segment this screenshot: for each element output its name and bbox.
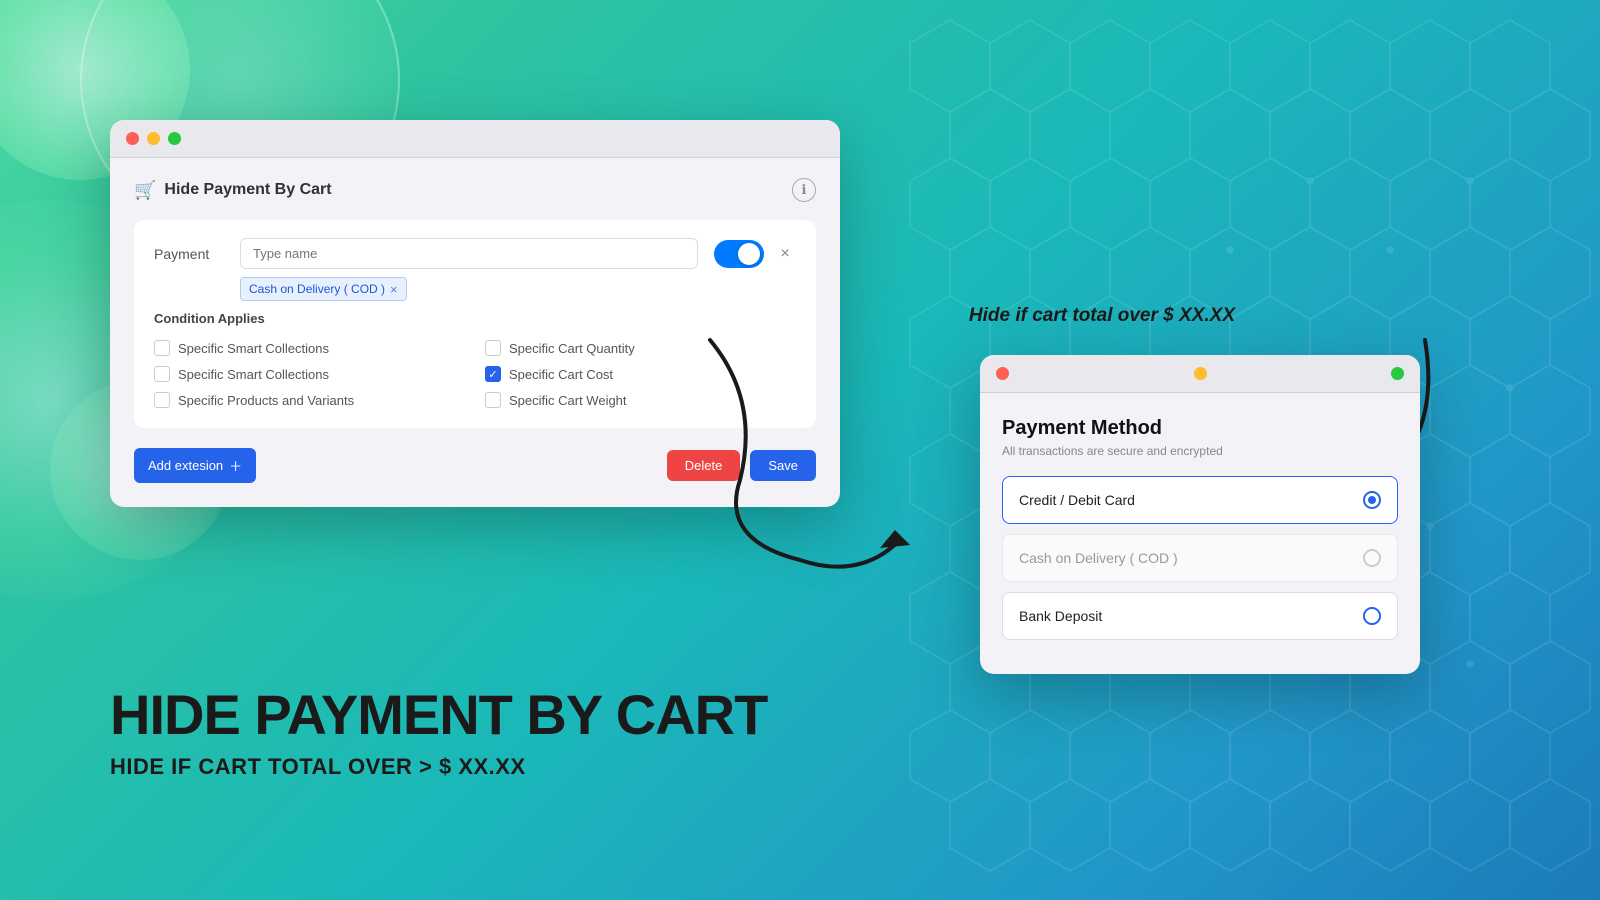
traffic-light-yellow[interactable]: [147, 132, 160, 145]
plus-icon: ＋: [229, 456, 242, 475]
payment-input-wrap: Cash on Delivery ( COD ) ×: [240, 238, 698, 301]
info-icon[interactable]: ℹ: [792, 178, 816, 202]
payment-method-window: Payment Method All transactions are secu…: [980, 355, 1420, 674]
condition-label-4: Specific Cart Cost: [509, 367, 613, 382]
pm-subtitle: All transactions are secure and encrypte…: [1002, 444, 1398, 458]
main-heading: HIDE PAYMENT BY CART: [110, 684, 767, 746]
payment-option-bank-deposit[interactable]: Bank Deposit: [1002, 592, 1398, 640]
sub-heading: HIDE IF CART TOTAL OVER > $ XX.XX: [110, 754, 767, 780]
admin-window-titlebar: [110, 120, 840, 158]
payment-controls: ×: [714, 238, 796, 268]
main-content: 🛒 Hide Payment By Cart ℹ Payment Cash on…: [0, 0, 1600, 900]
traffic-light-green[interactable]: [168, 132, 181, 145]
condition-label-6: Specific Cart Weight: [509, 393, 627, 408]
pm-heading: Payment Method: [1002, 417, 1398, 440]
checkbox-4[interactable]: ✓: [485, 366, 501, 382]
radio-bank-deposit[interactable]: [1363, 607, 1381, 625]
condition-label-3: Specific Smart Collections: [178, 367, 329, 382]
pm-titlebar: [980, 355, 1420, 393]
window-title-row: 🛒 Hide Payment By Cart: [134, 180, 332, 201]
condition-item-1: Specific Smart Collections: [154, 340, 465, 356]
arrow-decoration: [680, 320, 1030, 600]
payment-input[interactable]: [240, 238, 698, 269]
condition-label-1: Specific Smart Collections: [178, 341, 329, 356]
traffic-light-red[interactable]: [126, 132, 139, 145]
admin-window-title: Hide Payment By Cart: [164, 181, 331, 199]
payment-option-credit-card[interactable]: Credit / Debit Card: [1002, 476, 1398, 524]
pm-body: Payment Method All transactions are secu…: [980, 393, 1420, 674]
payment-row: Payment Cash on Delivery ( COD ) × ×: [154, 238, 796, 301]
radio-cod[interactable]: [1363, 549, 1381, 567]
close-button[interactable]: ×: [774, 243, 796, 265]
condition-item-3: Specific Smart Collections: [154, 366, 465, 382]
add-extension-button[interactable]: Add extesion ＋: [134, 448, 256, 483]
checkbox-2[interactable]: [485, 340, 501, 356]
radio-credit-card[interactable]: [1363, 491, 1381, 509]
bank-deposit-label: Bank Deposit: [1019, 608, 1102, 624]
checkbox-6[interactable]: [485, 392, 501, 408]
pm-traffic-light-green[interactable]: [1391, 367, 1404, 380]
add-extension-label: Add extesion: [148, 458, 223, 473]
payment-label: Payment: [154, 238, 224, 262]
cod-label: Cash on Delivery ( COD ): [1019, 550, 1178, 566]
payment-option-cod[interactable]: Cash on Delivery ( COD ): [1002, 534, 1398, 582]
condition-label-5: Specific Products and Variants: [178, 393, 354, 408]
tag-label: Cash on Delivery ( COD ): [249, 282, 385, 296]
condition-item-5: Specific Products and Variants: [154, 392, 465, 408]
admin-window-header: 🛒 Hide Payment By Cart ℹ: [134, 178, 816, 202]
pm-traffic-light-yellow[interactable]: [1194, 367, 1207, 380]
toggle-switch[interactable]: [714, 240, 764, 268]
checkbox-3[interactable]: [154, 366, 170, 382]
cart-icon: 🛒: [134, 180, 156, 201]
credit-card-label: Credit / Debit Card: [1019, 492, 1135, 508]
bottom-text-area: HIDE PAYMENT BY CART HIDE IF CART TOTAL …: [110, 684, 767, 780]
pm-traffic-light-red[interactable]: [996, 367, 1009, 380]
checkbox-5[interactable]: [154, 392, 170, 408]
condition-label-2: Specific Cart Quantity: [509, 341, 635, 356]
tag-remove-button[interactable]: ×: [390, 283, 398, 296]
checkbox-1[interactable]: [154, 340, 170, 356]
annotation-text: Hide if cart total over $ XX.XX: [969, 305, 1235, 327]
payment-tag: Cash on Delivery ( COD ) ×: [240, 277, 407, 301]
